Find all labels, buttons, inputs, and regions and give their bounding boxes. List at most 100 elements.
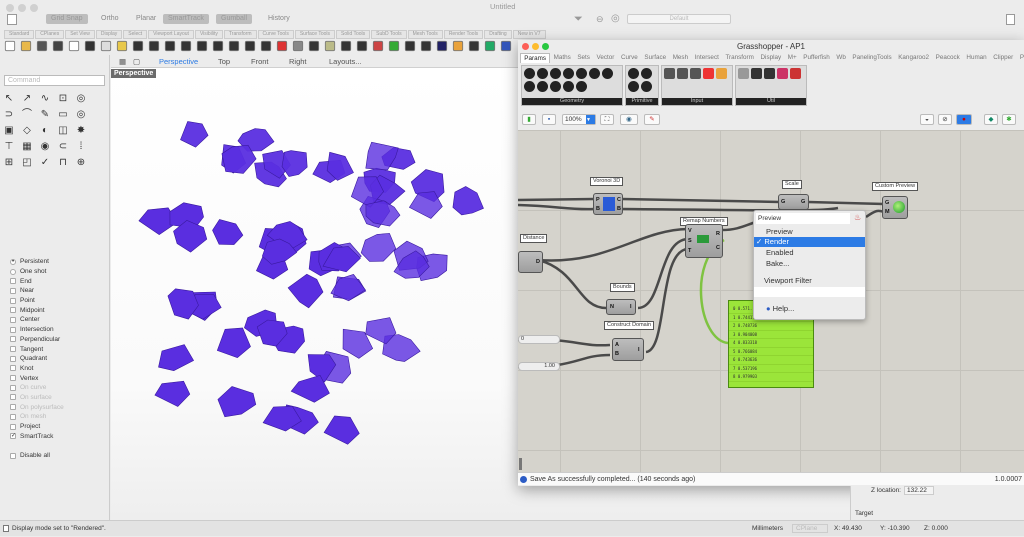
distance-component[interactable]: D [518, 251, 543, 273]
toolbar-tool-icon[interactable] [244, 40, 256, 52]
checkbox[interactable] [10, 316, 16, 323]
single-view-icon[interactable]: ▢ [133, 57, 140, 66]
checkbox[interactable] [10, 355, 16, 362]
toolbar-tab-set-view[interactable]: Set View [65, 30, 95, 39]
toggle-grid-snap[interactable]: Grid Snap [46, 14, 88, 24]
toolbar-tool-icon[interactable] [500, 40, 512, 52]
toolbar-tool-icon[interactable] [388, 40, 400, 52]
component-icon[interactable] [641, 81, 652, 92]
component-icon[interactable] [563, 81, 574, 92]
osnap-perpendicular[interactable]: Perpendicular [10, 335, 64, 345]
gh-tab-sets[interactable]: Sets [574, 53, 593, 63]
tab-layouts[interactable]: Layouts... [329, 57, 362, 66]
port-g[interactable]: G [781, 199, 785, 205]
checkbox[interactable] [10, 413, 16, 420]
tool-icon[interactable]: ◐ [39, 125, 51, 137]
osnap-vertex[interactable]: Vertex [10, 373, 64, 383]
port-t[interactable]: T [688, 248, 691, 254]
cplane-select[interactable]: CPlane [792, 524, 828, 533]
filter-icon[interactable]: ⏷ [574, 13, 583, 26]
filter-field[interactable] [754, 287, 865, 297]
gh-tab-pufferfish[interactable]: Pufferfish [800, 53, 833, 63]
gh-tab-intersect[interactable]: Intersect [691, 53, 722, 63]
gh-tab-human[interactable]: Human [963, 53, 990, 63]
close-window-button[interactable] [6, 4, 14, 12]
osnap-quadrant[interactable]: Quadrant [10, 354, 64, 364]
toolbar-tool-icon[interactable] [324, 40, 336, 52]
toolbar-tool-icon[interactable] [164, 40, 176, 52]
construct-domain-component[interactable]: A B I [612, 338, 644, 361]
osnap-on-polysurface[interactable]: On polysurface [10, 402, 64, 412]
tool-icon[interactable]: ⌒ [21, 109, 33, 121]
component-icon[interactable] [677, 68, 688, 79]
checkbox[interactable] [10, 384, 16, 391]
component-icon[interactable] [537, 68, 548, 79]
toolbar-tool-icon[interactable] [132, 40, 144, 52]
checkbox[interactable] [10, 394, 16, 401]
toolbar-tool-icon[interactable] [148, 40, 160, 52]
osnap-project[interactable]: Project [10, 422, 64, 432]
tool-icon[interactable]: ⊤ [3, 141, 15, 153]
osnap-knot[interactable]: Knot [10, 364, 64, 374]
gh-tab-kangaroo2[interactable]: Kangaroo2 [895, 53, 932, 63]
tool-icon[interactable]: ⁞ [75, 141, 87, 153]
toolbar-tab-drafting[interactable]: Drafting [484, 30, 512, 39]
component-icon[interactable] [764, 68, 775, 79]
tab-perspective[interactable]: Perspective [159, 57, 198, 66]
toolbar-tab-standard[interactable]: Standard [4, 30, 35, 39]
preview-eye-icon[interactable]: ◉ [620, 114, 638, 125]
remap-numbers-component[interactable]: V S T R C [685, 224, 723, 258]
menu-item-bake[interactable]: Bake... [754, 259, 865, 269]
scale-component[interactable]: G G [778, 194, 809, 210]
port-i[interactable]: I [638, 347, 640, 353]
component-icon[interactable] [641, 68, 652, 79]
checkbox[interactable] [10, 297, 16, 304]
toolbar-tool-icon[interactable] [228, 40, 240, 52]
units-label[interactable]: Millimeters [752, 521, 783, 537]
tool-icon[interactable]: ✓ [39, 157, 51, 169]
gh-tab-params[interactable]: Params [520, 53, 551, 63]
toolbar-tab-mesh-tools[interactable]: Mesh Tools [407, 30, 443, 39]
toggle-planar[interactable]: Planar [131, 14, 161, 24]
tool-icon[interactable]: ↖ [3, 93, 15, 105]
toolbar-tool-icon[interactable] [68, 40, 80, 52]
toolbar-tab-display[interactable]: Display [95, 30, 123, 39]
port-b[interactable]: B [596, 206, 600, 212]
toolbar-tool-icon[interactable] [356, 40, 368, 52]
tool-icon[interactable]: ⊡ [57, 93, 69, 105]
component-icon[interactable] [576, 81, 587, 92]
toolbar-tool-icon[interactable] [116, 40, 128, 52]
gh-tab-peacock[interactable]: Peacock [932, 53, 963, 63]
tool-icon[interactable]: ◎ [75, 93, 87, 105]
tab-right[interactable]: Right [289, 57, 307, 66]
tool-icon[interactable]: ▣ [3, 125, 15, 137]
gh-close-button[interactable] [522, 43, 529, 50]
open-file-icon[interactable]: ▮ [522, 114, 536, 125]
gh-tab-clipper[interactable]: Clipper [990, 53, 1017, 63]
tool-icon[interactable]: ∿ [39, 93, 51, 105]
gh-zoom-button[interactable] [542, 43, 549, 50]
component-icon[interactable] [777, 68, 788, 79]
checkbox[interactable] [10, 365, 16, 372]
port-v[interactable]: V [688, 228, 692, 234]
osnap-tangent[interactable]: Tangent [10, 344, 64, 354]
gh-tab-m+[interactable]: M+ [784, 53, 800, 63]
tool-icon[interactable]: ↗ [21, 93, 33, 105]
toolbar-tool-icon[interactable] [468, 40, 480, 52]
tool-icon[interactable]: ▦ [21, 141, 33, 153]
osnap-on-curve[interactable]: On curve [10, 383, 64, 393]
toolbar-tool-icon[interactable] [20, 40, 32, 52]
canvas-scrollbar[interactable] [519, 458, 522, 470]
paint-icon[interactable]: ♨ [854, 213, 861, 222]
gh-tab-wb[interactable]: Wb [833, 53, 849, 63]
tool-icon[interactable]: ⊕ [75, 157, 87, 169]
toolbar-tool-icon[interactable] [84, 40, 96, 52]
target-icon[interactable]: ◎ [611, 13, 620, 24]
gh-tab-para[interactable]: Para [1017, 53, 1024, 63]
toolbar-tab-select[interactable]: Select [123, 30, 148, 39]
shaded-preview-icon[interactable]: ● [956, 114, 972, 125]
number-slider-a[interactable]: 0 [518, 335, 560, 344]
tab-front[interactable]: Front [251, 57, 269, 66]
name-field[interactable]: Preview [756, 213, 850, 224]
component-icon[interactable] [524, 81, 535, 92]
